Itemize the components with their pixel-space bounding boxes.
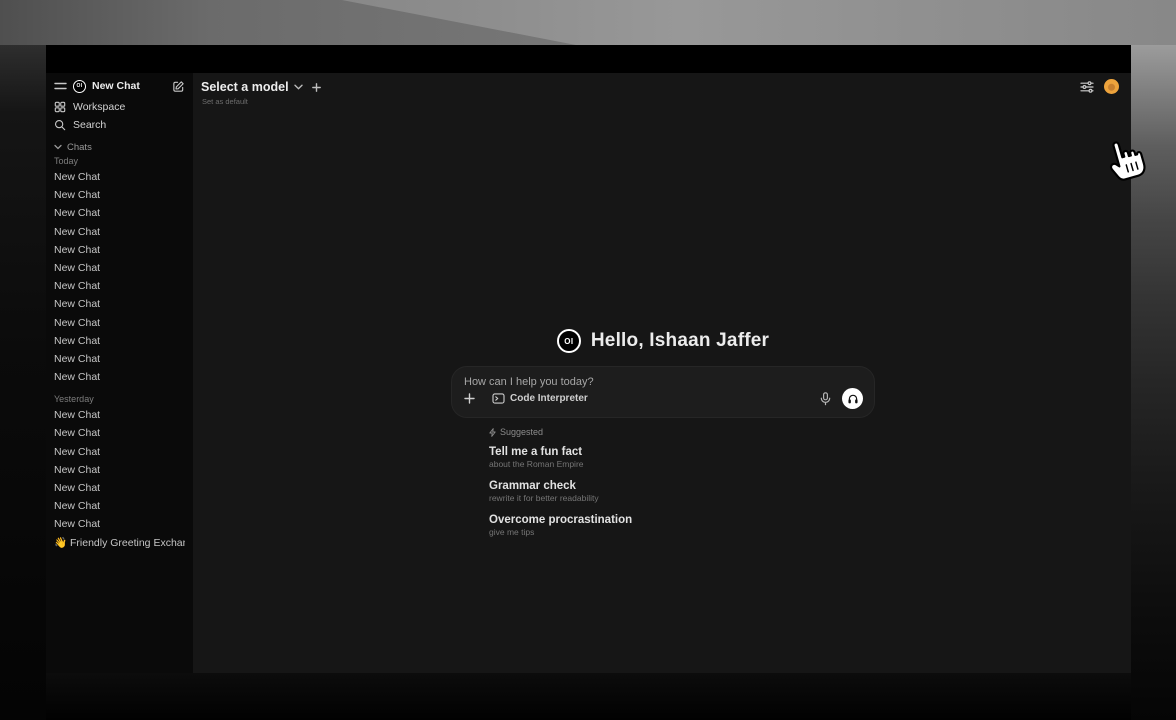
plus-icon xyxy=(464,393,475,404)
chat-list-today: New ChatNew ChatNew ChatNew ChatNew Chat… xyxy=(54,168,185,386)
chat-group-label-today: Today xyxy=(54,154,185,168)
suggested-prompt-subtitle: about the Roman Empire xyxy=(489,459,875,470)
code-interpreter-icon xyxy=(492,393,505,404)
suggested-label: Suggested xyxy=(500,427,543,437)
window-titlebar xyxy=(46,45,1131,73)
suggested-prompt-subtitle: give me tips xyxy=(489,527,875,538)
settings-sliders-icon[interactable] xyxy=(1080,81,1094,93)
new-chat-compose-icon[interactable] xyxy=(172,80,185,93)
chat-group-label-yesterday: Yesterday xyxy=(54,392,185,406)
app-logo-icon: OI xyxy=(73,80,86,93)
chevron-down-icon xyxy=(294,84,303,90)
chat-list-item[interactable]: New Chat xyxy=(54,368,185,386)
chat-list-item[interactable]: New Chat xyxy=(54,497,185,515)
model-selector[interactable]: Select a model xyxy=(201,80,303,94)
attach-plus-button[interactable] xyxy=(464,393,475,404)
chats-section-label: Chats xyxy=(67,142,92,153)
suggested-prompt-subtitle: rewrite it for better readability xyxy=(489,493,875,504)
workspace-grid-icon xyxy=(54,101,66,113)
sidebar-item-search[interactable]: Search xyxy=(54,116,185,134)
sidebar-item-workspace[interactable]: Workspace xyxy=(54,98,185,116)
suggested-prompts: Tell me a fun fact about the Roman Empir… xyxy=(489,445,875,538)
sidebar-header: OI New Chat xyxy=(54,78,185,94)
sidebar: OI New Chat Workspace Search Chats xyxy=(46,73,193,673)
chat-list-item[interactable]: New Chat xyxy=(54,277,185,295)
chat-list-item-named[interactable]: 👋 Friendly Greeting Exchange xyxy=(54,534,185,552)
chat-list-item[interactable]: New Chat xyxy=(54,168,185,186)
chats-section-toggle[interactable]: Chats xyxy=(54,140,185,154)
add-model-button[interactable] xyxy=(312,83,321,92)
chat-list-item[interactable]: New Chat xyxy=(54,241,185,259)
sidebar-item-label: Workspace xyxy=(73,101,125,113)
main-content: Select a model Set as default xyxy=(193,73,1131,673)
chat-list-item[interactable]: New Chat xyxy=(54,204,185,222)
chat-list-item[interactable]: New Chat xyxy=(54,350,185,368)
suggested-prompt-title: Grammar check xyxy=(489,479,875,493)
chat-list-item[interactable]: New Chat xyxy=(54,223,185,241)
chat-list-item[interactable]: New Chat xyxy=(54,295,185,313)
chat-list-item[interactable]: New Chat xyxy=(54,443,185,461)
chevron-down-icon xyxy=(54,144,62,150)
welcome-panel: OI Hello, Ishaan Jaffer How can I help y… xyxy=(451,328,875,547)
backdrop-bottom-strip xyxy=(46,673,1131,720)
chat-list-item[interactable]: New Chat xyxy=(54,461,185,479)
headphones-icon xyxy=(847,393,859,404)
backdrop-left-strip xyxy=(0,45,46,720)
code-interpreter-toggle[interactable]: Code Interpreter xyxy=(492,393,588,404)
user-avatar[interactable] xyxy=(1104,79,1119,94)
desktop-background: OI New Chat Workspace Search Chats xyxy=(0,0,1176,720)
chat-list-item[interactable]: New Chat xyxy=(54,406,185,424)
model-selector-label: Select a model xyxy=(201,80,289,94)
suggested-prompt[interactable]: Grammar check rewrite it for better read… xyxy=(489,479,875,504)
chat-list-item[interactable]: New Chat xyxy=(54,332,185,350)
chat-list-item[interactable]: New Chat xyxy=(54,314,185,332)
greeting-text: Hello, Ishaan Jaffer xyxy=(591,330,769,352)
chat-list-yesterday: New ChatNew ChatNew ChatNew ChatNew Chat… xyxy=(54,406,185,533)
set-default-link[interactable]: Set as default xyxy=(202,97,248,106)
app-window: OI New Chat Workspace Search Chats xyxy=(46,45,1131,673)
sidebar-toggle-icon[interactable] xyxy=(54,81,67,91)
chat-list-item[interactable]: New Chat xyxy=(54,424,185,442)
plus-icon xyxy=(312,83,321,92)
suggested-prompt[interactable]: Overcome procrastination give me tips xyxy=(489,513,875,538)
sidebar-title: New Chat xyxy=(92,80,166,92)
suggested-prompt-title: Tell me a fun fact xyxy=(489,445,875,459)
code-interpreter-label: Code Interpreter xyxy=(510,393,588,404)
suggested-section: Suggested Tell me a fun fact about the R… xyxy=(451,426,875,538)
chat-list-item[interactable]: New Chat xyxy=(54,186,185,204)
bolt-icon xyxy=(489,428,496,437)
suggested-prompt-title: Overcome procrastination xyxy=(489,513,875,527)
voice-call-button[interactable] xyxy=(842,388,863,409)
message-composer[interactable]: How can I help you today? Code Interpret… xyxy=(451,366,875,418)
app-logo-icon: OI xyxy=(557,329,581,353)
backdrop-right-strip xyxy=(1131,45,1176,720)
composer-placeholder: How can I help you today? xyxy=(464,376,863,388)
sidebar-item-label: Search xyxy=(73,119,106,131)
chat-list-item[interactable]: New Chat xyxy=(54,259,185,277)
microphone-icon[interactable] xyxy=(820,392,831,406)
search-icon xyxy=(54,119,66,131)
chat-list-item[interactable]: New Chat xyxy=(54,479,185,497)
suggested-prompt[interactable]: Tell me a fun fact about the Roman Empir… xyxy=(489,445,875,470)
chat-list-item[interactable]: New Chat xyxy=(54,515,185,533)
